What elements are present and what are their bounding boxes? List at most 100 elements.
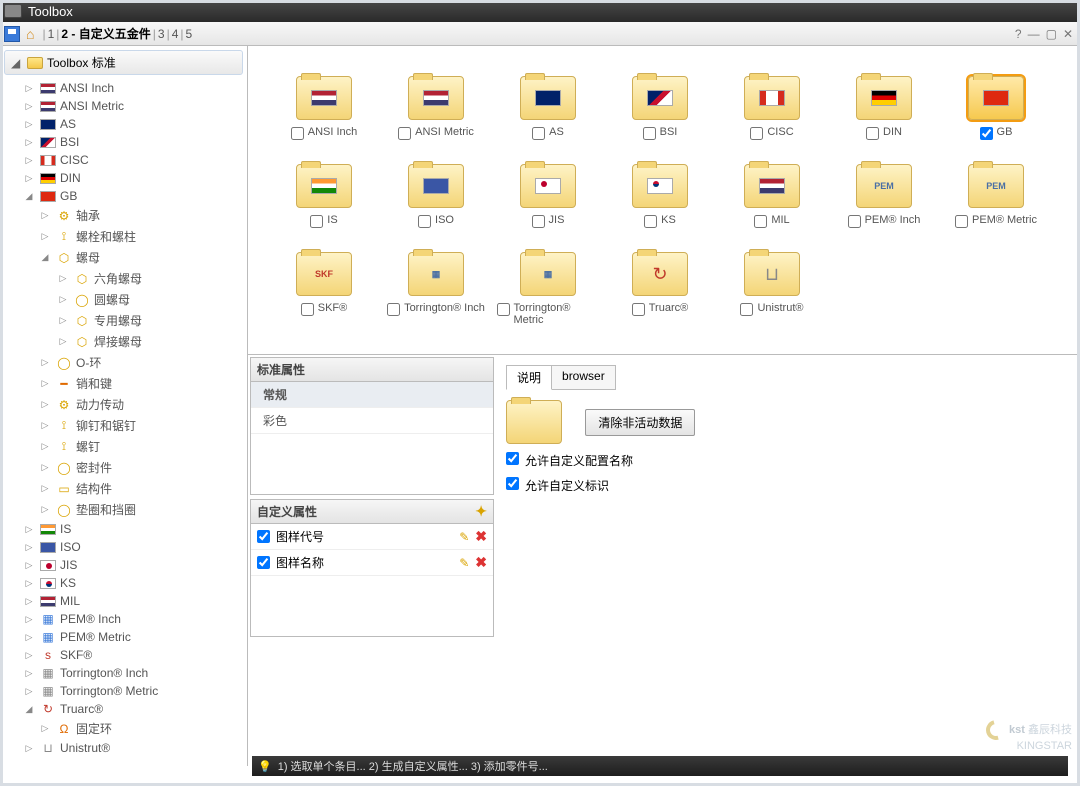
tree-item-gb-oring[interactable]: ▷◯O-环 xyxy=(0,352,247,373)
folder-iso[interactable]: ISO xyxy=(380,164,492,228)
tree-item-truarc[interactable]: ◢↻Truarc® xyxy=(0,700,247,718)
tree-item-ansi-metric[interactable]: ▷ANSI Metric xyxy=(0,97,247,115)
folder-truarc[interactable]: ↻Truarc® xyxy=(604,252,716,326)
tab-4[interactable]: 4 xyxy=(172,27,179,41)
tree-item-gb-hexnut[interactable]: ▷⬡六角螺母 xyxy=(0,268,247,289)
allow-custom-config-checkbox[interactable] xyxy=(506,452,519,465)
minimize-icon[interactable]: ― xyxy=(1028,27,1040,41)
folder-checkbox[interactable] xyxy=(291,127,304,140)
save-icon[interactable] xyxy=(4,26,20,42)
folder-skf[interactable]: SKFSKF® xyxy=(268,252,380,326)
add-property-icon[interactable]: ✦ xyxy=(475,503,487,520)
tree-item-bsi[interactable]: ▷BSI xyxy=(0,133,247,151)
tree-item-cisc[interactable]: ▷CISC xyxy=(0,151,247,169)
prop-color[interactable]: 彩色 xyxy=(251,408,493,434)
tree-item-gb-nuts[interactable]: ◢⬡螺母 xyxy=(0,247,247,268)
folder-checkbox[interactable] xyxy=(740,303,753,316)
folder-cisc[interactable]: CISC xyxy=(716,76,828,140)
folder-checkbox[interactable] xyxy=(532,215,545,228)
tree-item-gb-bearing[interactable]: ▷⚙轴承 xyxy=(0,205,247,226)
delete-icon[interactable]: ✖ xyxy=(475,528,487,545)
tree-item-is[interactable]: ▷IS xyxy=(0,520,247,538)
tree-item-mil[interactable]: ▷MIL xyxy=(0,592,247,610)
tree-item-truarc-ring[interactable]: ▷Ω固定环 xyxy=(0,718,247,739)
maximize-icon[interactable]: ▢ xyxy=(1046,27,1057,41)
prop-general[interactable]: 常规 xyxy=(251,382,493,408)
tree-item-gb-bolts[interactable]: ▷⟟螺栓和螺柱 xyxy=(0,226,247,247)
folder-checkbox[interactable] xyxy=(632,303,645,316)
folder-din[interactable]: DIN xyxy=(828,76,940,140)
tree-item-gb-screws[interactable]: ▷⟟螺钉 xyxy=(0,436,247,457)
folder-ansi-inch[interactable]: ANSI Inch xyxy=(268,76,380,140)
folder-checkbox[interactable] xyxy=(955,215,968,228)
chevron-down-icon[interactable]: ◢ xyxy=(11,56,23,70)
tree-item-gb-power[interactable]: ▷⚙动力传动 xyxy=(0,394,247,415)
tree-item-gb-weldnut[interactable]: ▷⬡焊接螺母 xyxy=(0,331,247,352)
tree-item-gb-pins[interactable]: ▷━销和键 xyxy=(0,373,247,394)
folder-tor-inch[interactable]: ▦Torrington® Inch xyxy=(380,252,492,326)
folder-checkbox[interactable] xyxy=(644,215,657,228)
tree-item-ansi-inch[interactable]: ▷ANSI Inch xyxy=(0,79,247,97)
tree-item-din[interactable]: ▷DIN xyxy=(0,169,247,187)
tree-item-gb-washers[interactable]: ▷◯垫圈和挡圈 xyxy=(0,499,247,520)
tree-item-unistrut[interactable]: ▷⊔Unistrut® xyxy=(0,739,247,757)
prop-checkbox[interactable] xyxy=(257,556,270,569)
folder-unistrut[interactable]: ⊔Unistrut® xyxy=(716,252,828,326)
allow-custom-id-checkbox[interactable] xyxy=(506,477,519,490)
tree-item-gb-struct[interactable]: ▷▭结构件 xyxy=(0,478,247,499)
folder-mil[interactable]: MIL xyxy=(716,164,828,228)
folder-ansi-metric[interactable]: ANSI Metric xyxy=(380,76,492,140)
delete-icon[interactable]: ✖ xyxy=(475,554,487,571)
tab-browser[interactable]: browser xyxy=(551,365,616,390)
folder-checkbox[interactable] xyxy=(848,215,861,228)
help-icon[interactable]: ? xyxy=(1015,27,1022,41)
folder-pem-metric[interactable]: PEMPEM® Metric xyxy=(940,164,1052,228)
tree-item-tor-metric[interactable]: ▷▦Torrington® Metric xyxy=(0,682,247,700)
folder-checkbox[interactable] xyxy=(643,127,656,140)
folder-checkbox[interactable] xyxy=(418,215,431,228)
tree-root[interactable]: ◢ Toolbox 标准 xyxy=(4,50,243,75)
folder-ks[interactable]: KS xyxy=(604,164,716,228)
edit-icon[interactable]: ✎ xyxy=(459,530,469,544)
tree-item-jis[interactable]: ▷JIS xyxy=(0,556,247,574)
folder-is[interactable]: IS xyxy=(268,164,380,228)
folder-checkbox[interactable] xyxy=(497,303,510,316)
tab-2[interactable]: 2 - 自定义五金件 xyxy=(61,25,150,42)
folder-tor-metric[interactable]: ▦Torrington® Metric xyxy=(492,252,604,326)
folder-checkbox[interactable] xyxy=(532,127,545,140)
folder-checkbox[interactable] xyxy=(301,303,314,316)
folder-gb[interactable]: GB xyxy=(940,76,1052,140)
tree-item-gb-rivets[interactable]: ▷⟟铆钉和锯钉 xyxy=(0,415,247,436)
folder-checkbox[interactable] xyxy=(398,127,411,140)
folder-jis[interactable]: JIS xyxy=(492,164,604,228)
folder-checkbox[interactable] xyxy=(866,127,879,140)
folder-checkbox[interactable] xyxy=(754,215,767,228)
tree-item-tor-inch[interactable]: ▷▦Torrington® Inch xyxy=(0,664,247,682)
tab-3[interactable]: 3 xyxy=(158,27,165,41)
folder-checkbox[interactable] xyxy=(387,303,400,316)
tree-item-pem-metric[interactable]: ▷▦PEM® Metric xyxy=(0,628,247,646)
folder-checkbox[interactable] xyxy=(980,127,993,140)
tab-description[interactable]: 说明 xyxy=(506,365,552,390)
folder-pem-inch[interactable]: PEMPEM® Inch xyxy=(828,164,940,228)
home-icon[interactable]: ⌂ xyxy=(26,26,34,42)
tab-1[interactable]: 1 xyxy=(48,27,55,41)
clear-inactive-button[interactable]: 清除非活动数据 xyxy=(585,409,695,436)
folder-as[interactable]: AS xyxy=(492,76,604,140)
tree-item-ks[interactable]: ▷KS xyxy=(0,574,247,592)
folder-bsi[interactable]: BSI xyxy=(604,76,716,140)
tree-item-gb-seals[interactable]: ▷◯密封件 xyxy=(0,457,247,478)
tree-item-gb-roundnut[interactable]: ▷◯圆螺母 xyxy=(0,289,247,310)
close-icon[interactable]: ✕ xyxy=(1063,27,1073,41)
prop-checkbox[interactable] xyxy=(257,530,270,543)
tab-5[interactable]: 5 xyxy=(186,27,193,41)
tree-item-gb[interactable]: ◢GB xyxy=(0,187,247,205)
tree-item-as[interactable]: ▷AS xyxy=(0,115,247,133)
edit-icon[interactable]: ✎ xyxy=(459,556,469,570)
tree-item-iso[interactable]: ▷ISO xyxy=(0,538,247,556)
tree-item-gb-specialnut[interactable]: ▷⬡专用螺母 xyxy=(0,310,247,331)
folder-checkbox[interactable] xyxy=(750,127,763,140)
tree-item-skf[interactable]: ▷sSKF® xyxy=(0,646,247,664)
tree-item-pem-inch[interactable]: ▷▦PEM® Inch xyxy=(0,610,247,628)
folder-checkbox[interactable] xyxy=(310,215,323,228)
